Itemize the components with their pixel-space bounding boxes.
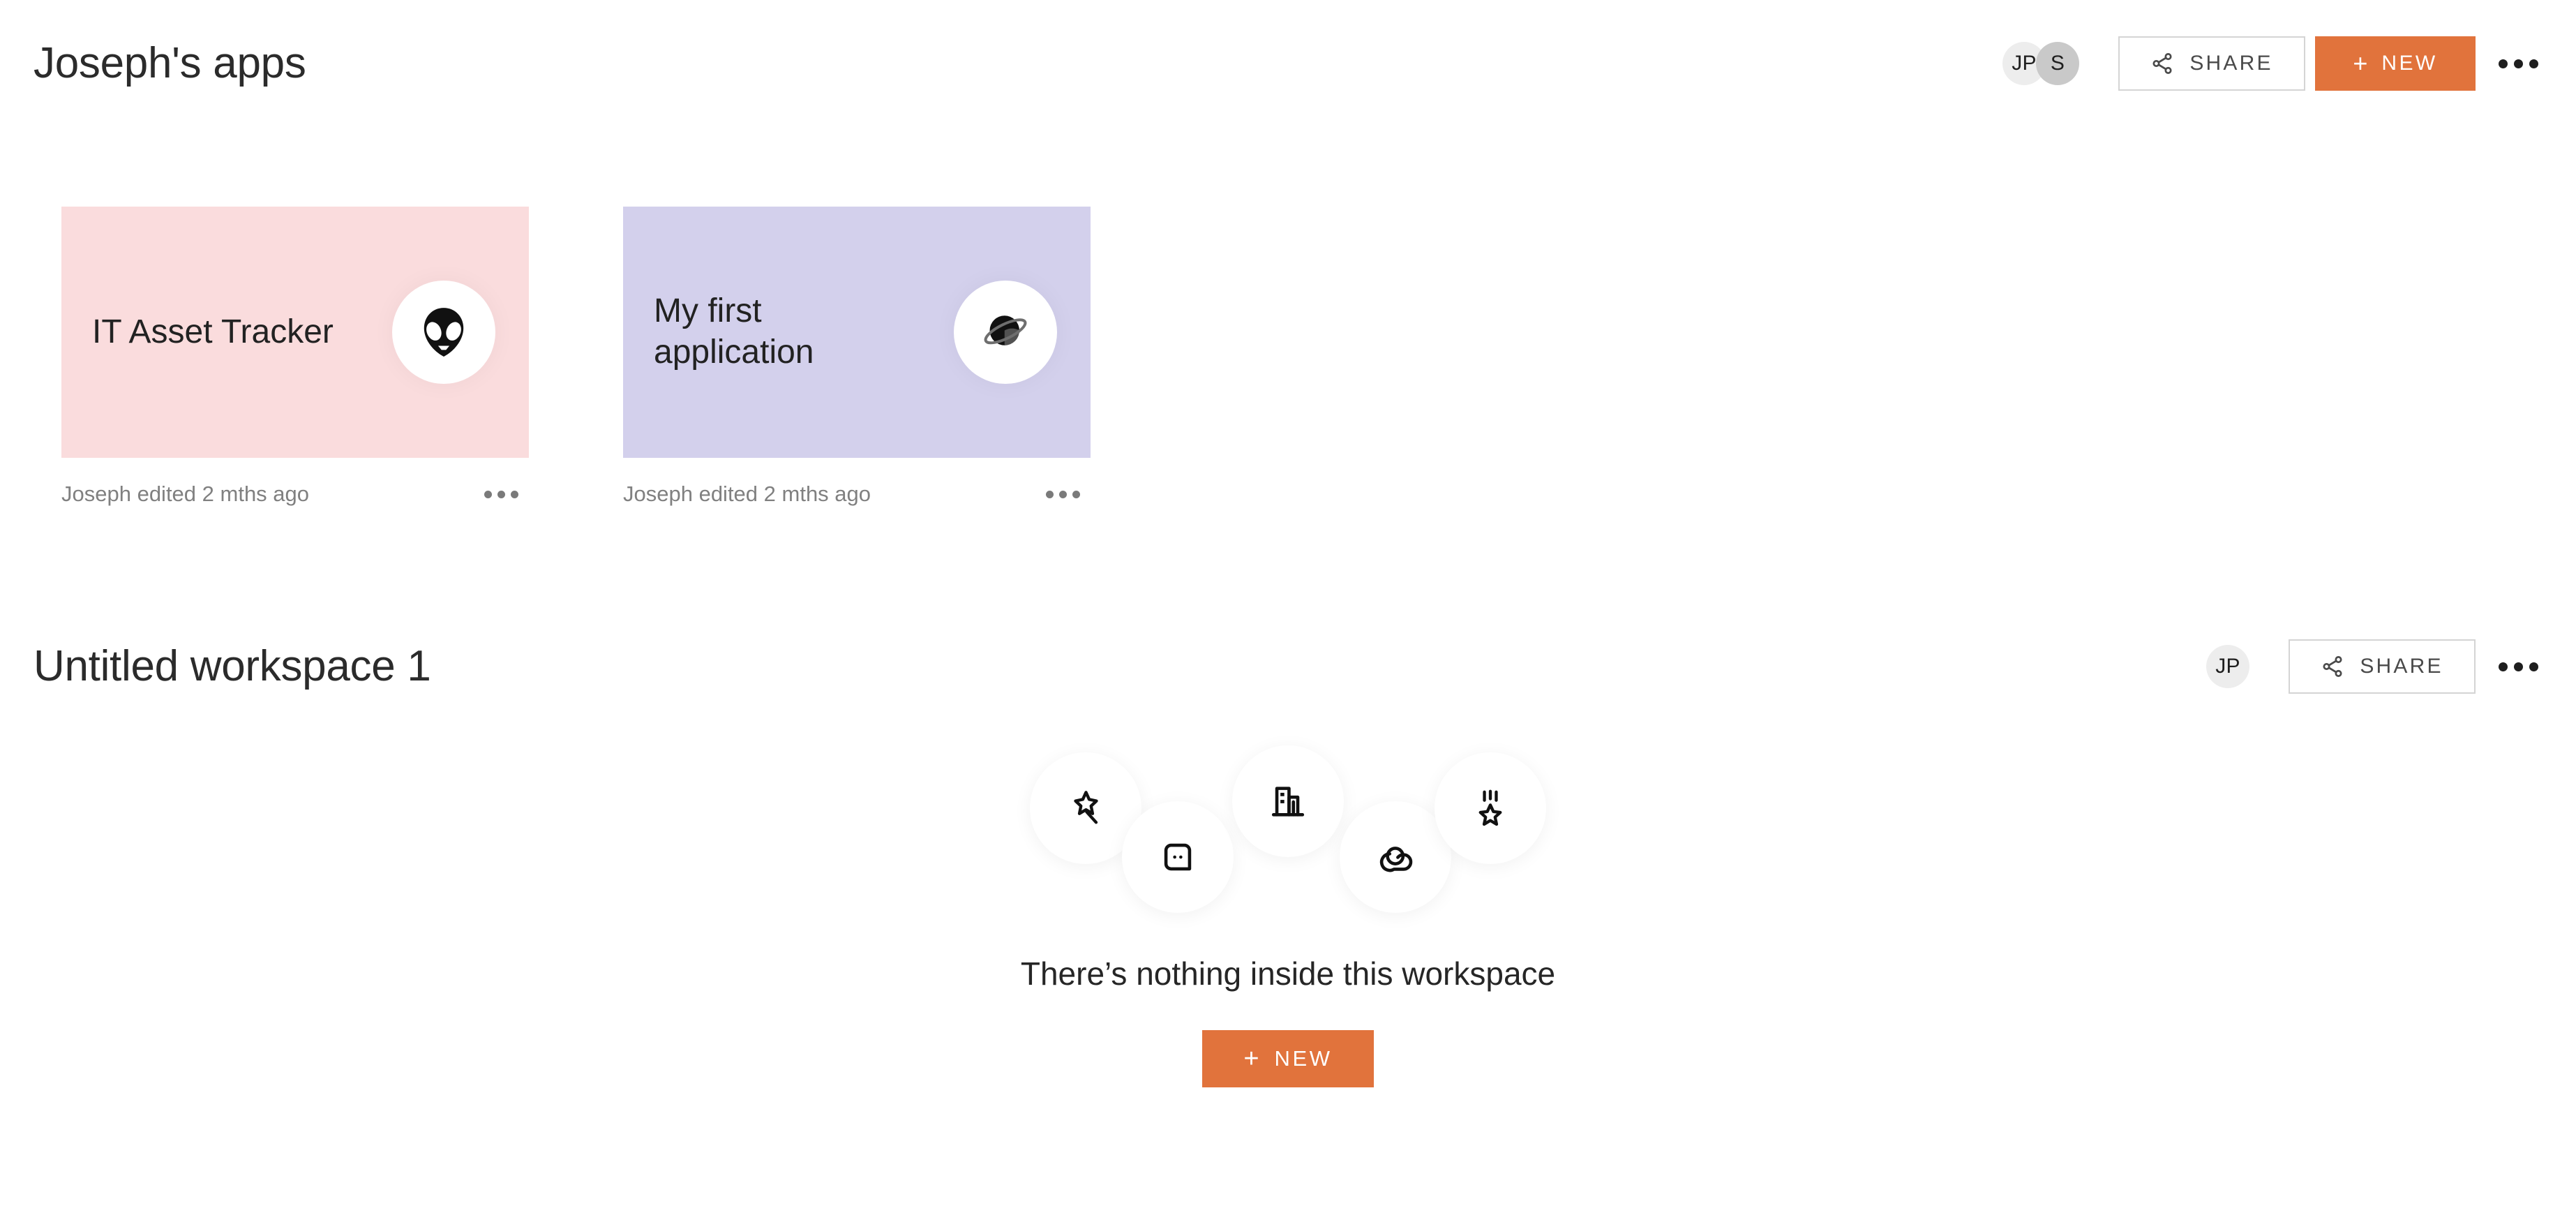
- dot: [1045, 490, 1054, 498]
- apps-card-grid: IT Asset Tracker Joseph edited 2 mths ag…: [61, 207, 1091, 512]
- app-card-tile-it-asset-tracker[interactable]: IT Asset Tracker: [61, 207, 529, 458]
- app-home-page: Joseph's apps JP S SHARE + NEW IT Asset …: [0, 0, 2576, 1213]
- dot: [2498, 662, 2508, 671]
- dot: [2513, 59, 2523, 68]
- app-card: IT Asset Tracker Joseph edited 2 mths ag…: [61, 207, 529, 512]
- dot: [2529, 59, 2538, 68]
- cloud-icon: [1340, 801, 1451, 913]
- dot: [497, 490, 505, 498]
- app-card-more-options-icon[interactable]: [481, 480, 521, 508]
- app-card-meta: Joseph edited 2 mths ago: [623, 482, 871, 506]
- workspace-share-button[interactable]: SHARE: [2289, 639, 2476, 694]
- apps-section-header: Joseph's apps JP S SHARE + NEW: [0, 25, 2576, 102]
- dot: [2498, 59, 2508, 68]
- workspace-empty-state: There’s nothing inside this workspace + …: [0, 740, 2576, 1087]
- plus-icon: +: [1243, 1044, 1259, 1073]
- workspace-section-title: Untitled workspace 1: [33, 642, 431, 690]
- app-card-footer: Joseph edited 2 mths ago: [61, 476, 529, 512]
- plus-icon: +: [2353, 49, 2368, 77]
- alien-icon: [392, 281, 495, 384]
- apps-avatar-group: JP S: [2002, 42, 2079, 85]
- app-card-tile-my-first-application[interactable]: My first application: [623, 207, 1091, 458]
- building-icon: [1232, 745, 1344, 857]
- empty-state-message: There’s nothing inside this workspace: [1020, 955, 1556, 992]
- dot: [1072, 490, 1080, 498]
- avatar-s[interactable]: S: [2036, 42, 2079, 85]
- apps-new-label: NEW: [2381, 52, 2438, 75]
- dot: [484, 490, 492, 498]
- workspace-share-label: SHARE: [2360, 655, 2443, 678]
- apps-header-actions: JP S SHARE + NEW: [2002, 36, 2543, 91]
- avatar-jp[interactable]: JP: [2206, 645, 2249, 688]
- shooting-star-icon: [1435, 752, 1546, 864]
- workspace-section-header: Untitled workspace 1 JP SHARE: [0, 628, 2576, 705]
- workspace-more-options-icon[interactable]: [2494, 642, 2543, 691]
- share-icon: [2150, 52, 2174, 75]
- empty-state-action-row: + NEW: [1202, 1030, 1374, 1087]
- empty-state-new-button[interactable]: + NEW: [1202, 1030, 1374, 1087]
- share-icon: [2321, 655, 2344, 678]
- dot: [1058, 490, 1067, 498]
- ringed-planet-icon: [954, 281, 1057, 384]
- workspace-avatar-group: JP: [2206, 645, 2249, 688]
- app-card-more-options-icon[interactable]: [1043, 480, 1082, 508]
- apps-more-options-icon[interactable]: [2494, 39, 2543, 88]
- apps-new-button[interactable]: + NEW: [2315, 36, 2476, 91]
- chat-bubble-icon: [1122, 801, 1234, 913]
- app-card-title: IT Asset Tracker: [92, 313, 334, 350]
- apps-share-label: SHARE: [2189, 52, 2273, 75]
- app-card-footer: Joseph edited 2 mths ago: [623, 476, 1091, 512]
- app-card-meta: Joseph edited 2 mths ago: [61, 482, 310, 506]
- apps-share-button[interactable]: SHARE: [2118, 36, 2305, 91]
- app-card-title: My first application: [654, 292, 814, 371]
- dot: [510, 490, 518, 498]
- dot: [2529, 662, 2538, 671]
- apps-section-title: Joseph's apps: [33, 39, 306, 87]
- workspace-header-actions: JP SHARE: [2206, 639, 2543, 694]
- empty-state-new-label: NEW: [1274, 1046, 1333, 1071]
- empty-state-illustration: [1030, 740, 1546, 921]
- app-card: My first application Joseph edited 2 mth…: [623, 207, 1091, 512]
- dot: [2513, 662, 2523, 671]
